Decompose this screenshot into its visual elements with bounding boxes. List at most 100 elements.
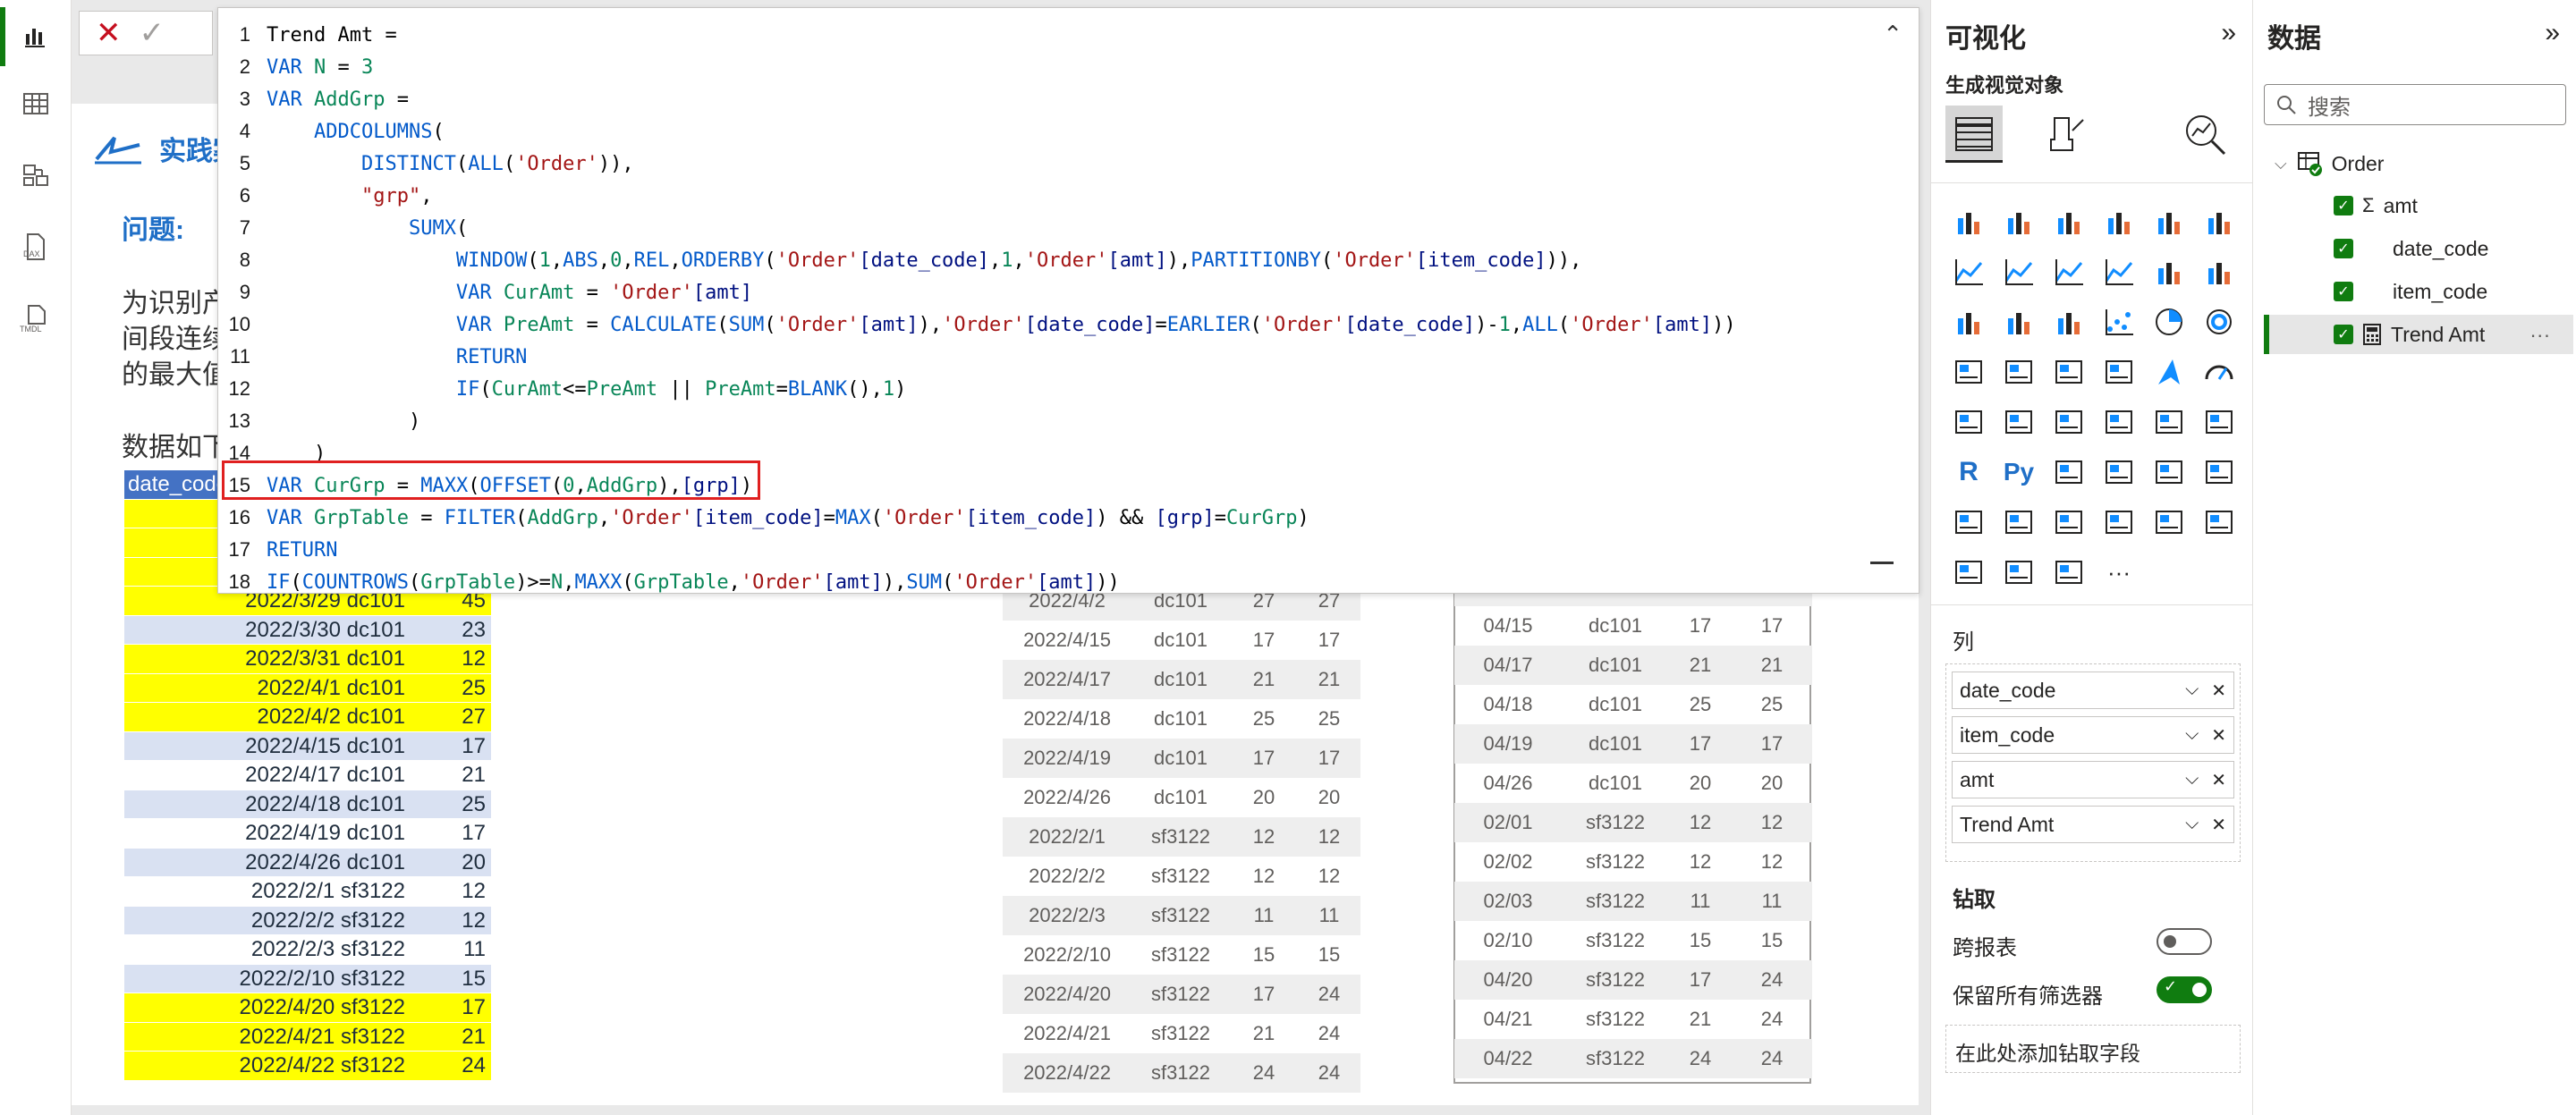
funnel-chart-icon[interactable] — [2046, 299, 2092, 345]
metrics-icon[interactable] — [1945, 499, 1992, 545]
new-card-icon[interactable] — [2046, 499, 2092, 545]
checkbox-checked-icon[interactable]: ✓ — [2334, 196, 2353, 215]
code-line[interactable]: 2 VAR N = 3 — [218, 51, 374, 83]
table-icon[interactable] — [2146, 399, 2192, 445]
powerapps-visual-icon[interactable] — [2046, 549, 2092, 596]
build-visual-tab[interactable] — [1945, 106, 2003, 163]
power-automate-icon[interactable] — [1996, 549, 2042, 596]
code-line[interactable]: 13 ) — [218, 405, 421, 437]
table-visual-2[interactable]: 04/02dc101272704/15dc101171704/17dc10121… — [1418, 567, 1856, 1096]
chevron-down-icon[interactable]: ⌵ — [2185, 769, 2199, 791]
remove-field-icon[interactable]: ✕ — [2211, 814, 2226, 836]
commit-formula-button[interactable]: ✓ — [140, 15, 165, 51]
tmdl-view-icon[interactable]: TMDL — [13, 295, 59, 342]
clustered-bar-icon[interactable] — [2046, 199, 2092, 245]
100-area-icon[interactable] — [2096, 249, 2142, 295]
field-item-code[interactable]: ✓ item_code — [2334, 274, 2487, 309]
cancel-formula-button[interactable]: ✕ — [96, 15, 122, 51]
stacked-column-icon[interactable] — [1996, 199, 2042, 245]
chevron-down-icon[interactable]: ⌵ — [2185, 724, 2199, 747]
dax-formula-editor[interactable]: 1 Trend Amt = 2 VAR N = 3 3 VAR AddGrp = 4 ADD… — [217, 7, 1919, 594]
stacked-bar-icon[interactable] — [1945, 199, 1992, 245]
decomposition-tree-icon[interactable] — [2096, 449, 2142, 495]
table-node-order[interactable]: ⌵ Order — [2275, 146, 2384, 182]
chevron-down-icon[interactable]: ⌵ — [2185, 680, 2199, 702]
code-line[interactable]: 8 WINDOW(1,ABS,0,REL,ORDERBY('Order'[dat… — [218, 244, 1582, 276]
qa-icon[interactable] — [2146, 449, 2192, 495]
multi-row-card-icon[interactable] — [1996, 399, 2042, 445]
code-line[interactable]: 17 RETURN — [218, 534, 338, 566]
code-line[interactable]: 9 VAR CurAmt = 'Order'[amt] — [218, 276, 752, 308]
code-line[interactable]: 10 VAR PreAmt = CALCULATE(SUM('Order'[am… — [218, 308, 1736, 341]
code-line[interactable]: 6 "grp", — [218, 180, 433, 212]
treemap-icon[interactable] — [1945, 349, 1992, 395]
code-line[interactable]: 3 VAR AddGrp = — [218, 83, 409, 115]
code-line[interactable]: 4 ADDCOLUMNS( — [218, 115, 445, 148]
slicer-icon[interactable] — [2096, 399, 2142, 445]
new-slicer-icon[interactable] — [2146, 499, 2192, 545]
100-column-icon[interactable] — [2196, 199, 2242, 245]
checkbox-checked-icon[interactable]: ✓ — [2334, 239, 2353, 258]
gauge-icon[interactable] — [2196, 349, 2242, 395]
field-pill-amt[interactable]: amt ⌵ ✕ — [1952, 761, 2234, 798]
azure-map-icon[interactable] — [2146, 349, 2192, 395]
area-chart-icon[interactable] — [1996, 249, 2042, 295]
code-line[interactable]: 12 IF(CurAmt<=PreAmt || PreAmt=BLANK(),1… — [218, 373, 907, 405]
table-visual-1[interactable]: 2022/4/2 dc101 27 27 2022/4/15 dc101 17 17 2022/… — [970, 581, 1364, 1096]
r-visual-icon[interactable]: R — [1945, 449, 1992, 495]
code-line[interactable]: 5 DISTINCT(ALL('Order')), — [218, 148, 634, 180]
format-visual-icon[interactable] — [2046, 111, 2089, 162]
stacked-area-icon[interactable] — [2046, 249, 2092, 295]
field-pill-date-code[interactable]: date_code ⌵ ✕ — [1952, 672, 2234, 709]
more-options-icon[interactable]: ··· — [2529, 323, 2550, 347]
paginated-report-icon[interactable] — [1996, 499, 2042, 545]
keep-filters-toggle[interactable]: ✓ — [2157, 976, 2212, 1003]
remove-field-icon[interactable]: ✕ — [2211, 680, 2226, 702]
field-pill-trend-amt[interactable]: Trend Amt ⌵ ✕ — [1952, 806, 2234, 843]
analytics-icon[interactable] — [2182, 111, 2228, 162]
code-line[interactable]: 16 VAR GrpTable = FILTER(AddGrp,'Order'[i… — [218, 502, 1309, 534]
checkbox-checked-icon[interactable]: ✓ — [2334, 282, 2353, 301]
cross-report-toggle[interactable] — [2157, 928, 2212, 955]
ribbon-chart-icon[interactable] — [1945, 299, 1992, 345]
field-date-code[interactable]: ✓ date_code — [2334, 231, 2488, 266]
model-view-icon[interactable] — [13, 152, 59, 199]
data-search-input[interactable]: 搜索 — [2264, 84, 2566, 125]
code-line[interactable]: 7 SUMX( — [218, 212, 468, 244]
100-bar-icon[interactable] — [2146, 199, 2192, 245]
checkbox-checked-icon[interactable]: ✓ — [2334, 325, 2353, 344]
waterfall-chart-icon[interactable] — [1996, 299, 2042, 345]
button-slicer-icon[interactable] — [2096, 499, 2142, 545]
matrix-icon[interactable] — [2196, 399, 2242, 445]
more-visuals-icon[interactable]: ··· — [2096, 549, 2142, 596]
line-chart-icon[interactable] — [1945, 249, 1992, 295]
card-icon[interactable] — [1945, 399, 1992, 445]
pie-chart-icon[interactable] — [2146, 299, 2192, 345]
table-view-icon[interactable] — [13, 80, 59, 127]
narrative-icon[interactable] — [2196, 449, 2242, 495]
clustered-column-icon[interactable] — [2096, 199, 2142, 245]
field-trend-amt[interactable]: ✓ Trend Amt ··· — [2334, 317, 2550, 352]
scatter-chart-icon[interactable] — [2096, 299, 2142, 345]
remove-field-icon[interactable]: ✕ — [2211, 769, 2226, 791]
python-visual-icon[interactable]: Py — [1996, 449, 2042, 495]
filled-map-icon[interactable] — [2046, 349, 2092, 395]
dax-query-view-icon[interactable]: DAX — [13, 224, 59, 270]
shape-map-icon[interactable] — [2096, 349, 2142, 395]
field-amt[interactable]: ✓ Σamt — [2334, 188, 2418, 224]
line-clustered-column-icon[interactable] — [2196, 249, 2242, 295]
kpi-icon[interactable] — [2046, 399, 2092, 445]
map-icon[interactable] — [1996, 349, 2042, 395]
chevron-down-icon[interactable]: ⌵ — [2275, 155, 2287, 173]
reference-label-icon[interactable] — [2196, 499, 2242, 545]
code-line[interactable]: 1 Trend Amt = — [218, 19, 397, 51]
collapse-pane-icon[interactable]: » — [2221, 18, 2236, 48]
key-influencers-icon[interactable] — [2046, 449, 2092, 495]
report-view-icon[interactable] — [13, 13, 59, 59]
collapse-data-pane-icon[interactable]: » — [2545, 18, 2560, 48]
remove-field-icon[interactable]: ✕ — [2211, 724, 2226, 747]
line-column-icon[interactable] — [2146, 249, 2192, 295]
field-pill-item-code[interactable]: item_code ⌵ ✕ — [1952, 716, 2234, 754]
collapse-editor-icon[interactable]: ⌃ — [1883, 21, 1902, 48]
chevron-down-icon[interactable]: ⌵ — [2185, 814, 2199, 836]
